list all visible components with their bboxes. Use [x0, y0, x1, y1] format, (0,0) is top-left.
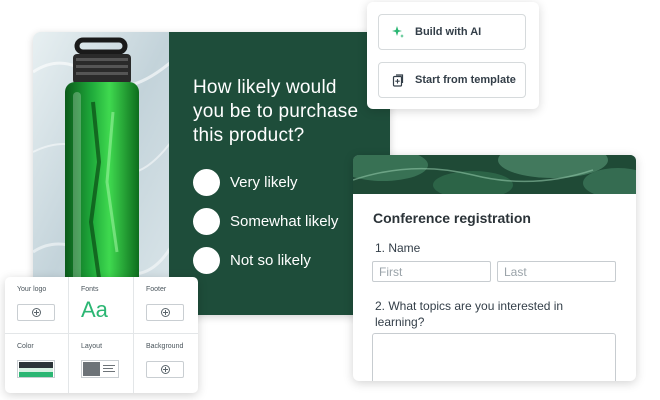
color-label: Color [17, 343, 34, 350]
font-sample: Aa [81, 297, 108, 322]
add-footer-button[interactable] [146, 304, 184, 321]
fonts-cell[interactable]: Fonts Aa [69, 277, 134, 334]
logo-cell[interactable]: Your logo [5, 277, 69, 334]
form-title: Conference registration [373, 210, 531, 226]
survey-preview-card: How likely would you be to purchase this… [33, 32, 390, 315]
radio-button[interactable] [193, 168, 220, 196]
option-somewhat-likely[interactable]: Somewhat likely [193, 207, 368, 235]
background-cell[interactable]: Background [134, 334, 198, 393]
logo-label: Your logo [17, 286, 47, 293]
add-circle-icon [160, 365, 170, 374]
layout-thumbnail[interactable] [81, 360, 119, 378]
add-background-button[interactable] [146, 361, 184, 378]
background-label: Background [146, 343, 184, 350]
product-bottle-image [33, 32, 169, 315]
question-topics-label: 2. What topics are you interested in lea… [375, 299, 564, 329]
leaf-banner-image [353, 155, 636, 194]
start-from-template-label: Start from template [415, 74, 516, 86]
survey-question: How likely would you be to purchase this… [193, 77, 359, 146]
color-cell[interactable]: Color [5, 334, 69, 393]
option-very-likely[interactable]: Very likely [193, 168, 368, 196]
radio-button[interactable] [193, 207, 220, 235]
color-swatch[interactable] [17, 360, 55, 378]
build-with-ai-button[interactable]: Build with AI [378, 14, 526, 50]
layout-label: Layout [81, 343, 103, 350]
layout-cell[interactable]: Layout [69, 334, 134, 393]
sparkle-icon [391, 25, 405, 39]
question-name-label: 1. Name [375, 241, 421, 255]
option-label: Very likely [230, 173, 298, 191]
radio-button[interactable] [193, 246, 220, 274]
conference-registration-card: Conference registration 1. Name 2. What … [353, 155, 636, 381]
option-label: Somewhat likely [230, 212, 339, 230]
theme-customization-card: Your logo Fonts Aa Footer Color Layout B… [5, 277, 198, 393]
add-circle-icon [160, 308, 170, 317]
answer-options: Very likely Somewhat likely Not so likel… [193, 168, 368, 274]
first-name-input[interactable] [372, 261, 491, 282]
start-from-template-button[interactable]: Start from template [378, 62, 526, 98]
template-icon [391, 73, 405, 87]
option-label: Not so likely [230, 251, 311, 269]
fonts-label: Fonts [81, 286, 99, 293]
build-with-ai-label: Build with AI [415, 26, 482, 38]
footer-label: Footer [146, 286, 167, 293]
add-logo-button[interactable] [17, 304, 55, 321]
footer-cell[interactable]: Footer [134, 277, 198, 334]
add-circle-icon [31, 308, 41, 317]
topics-textarea[interactable] [372, 333, 616, 381]
option-not-so-likely[interactable]: Not so likely [193, 246, 368, 274]
last-name-input[interactable] [497, 261, 616, 282]
start-options-card: Build with AI Start from template [367, 2, 539, 109]
